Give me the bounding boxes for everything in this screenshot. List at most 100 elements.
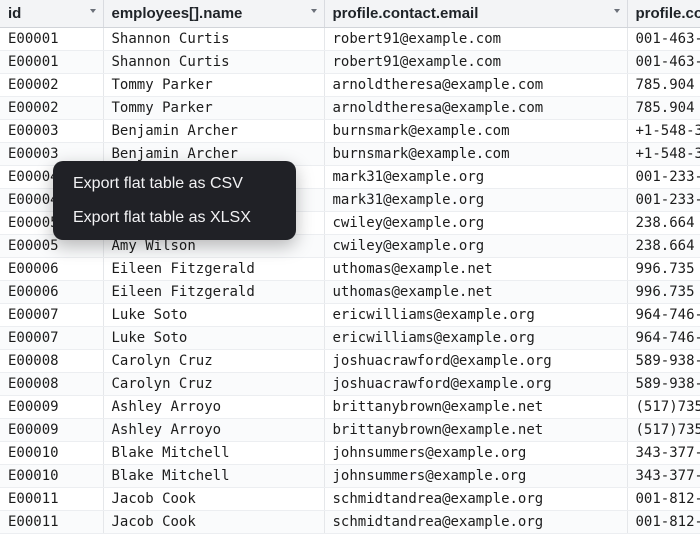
cell-id[interactable]: E00006 bbox=[0, 257, 104, 281]
cell-phone[interactable]: (517)735 bbox=[627, 418, 700, 442]
cell-name[interactable]: Luke Soto bbox=[103, 326, 325, 350]
cell-id[interactable]: E00011 bbox=[0, 510, 104, 534]
cell-name[interactable]: Blake Mitchell bbox=[103, 441, 325, 465]
cell-email[interactable]: robert91@example.com bbox=[324, 50, 628, 74]
cell-phone[interactable]: 996.735 bbox=[627, 257, 700, 281]
cell-email[interactable]: burnsmark@example.com bbox=[324, 142, 628, 166]
cell-id[interactable]: E00008 bbox=[0, 349, 104, 373]
sort-caret-icon[interactable] bbox=[89, 9, 96, 13]
cell-id[interactable]: E00007 bbox=[0, 303, 104, 327]
export-csv-menu-item[interactable]: Export flat table as CSV bbox=[53, 169, 296, 203]
sort-caret-icon[interactable] bbox=[613, 9, 620, 13]
table-row[interactable]: E00011 Jacob Cook schmidtandrea@example.or… bbox=[0, 510, 700, 534]
table-row[interactable]: E00009 Ashley Arroyo brittanybrown@example… bbox=[0, 395, 700, 419]
cell-email[interactable]: joshuacrawford@example.org bbox=[324, 372, 628, 396]
table-row[interactable]: E00002 Tommy Parker arnoldtheresa@example.… bbox=[0, 96, 700, 120]
table-row[interactable]: E00007 Luke Soto ericwilliams@example.org 9… bbox=[0, 303, 700, 327]
cell-phone[interactable]: 589-938- bbox=[627, 372, 700, 396]
cell-phone[interactable]: +1-548-3 bbox=[627, 142, 700, 166]
cell-phone[interactable]: 343-377- bbox=[627, 441, 700, 465]
table-row[interactable]: E00008 Carolyn Cruz joshuacrawford@example… bbox=[0, 349, 700, 373]
cell-id[interactable]: E00009 bbox=[0, 418, 104, 442]
cell-name[interactable]: Benjamin Archer bbox=[103, 119, 325, 143]
table-row[interactable]: E00001 Shannon Curtis robert91@example.com… bbox=[0, 27, 700, 51]
cell-email[interactable]: johnsummers@example.org bbox=[324, 464, 628, 488]
cell-phone[interactable]: 001-233- bbox=[627, 165, 700, 189]
export-xlsx-menu-item[interactable]: Export flat table as XLSX bbox=[53, 203, 296, 237]
table-row[interactable]: E00006 Eileen Fitzgerald uthomas@example.n… bbox=[0, 257, 700, 281]
cell-phone[interactable]: 589-938- bbox=[627, 349, 700, 373]
cell-phone[interactable]: (517)735 bbox=[627, 395, 700, 419]
cell-id[interactable]: E00002 bbox=[0, 73, 104, 97]
cell-phone[interactable]: 996.735 bbox=[627, 280, 700, 304]
cell-id[interactable]: E00010 bbox=[0, 464, 104, 488]
cell-phone[interactable]: 964-746- bbox=[627, 303, 700, 327]
cell-phone[interactable]: 001-812- bbox=[627, 510, 700, 534]
cell-phone[interactable]: 238.664 bbox=[627, 234, 700, 258]
cell-email[interactable]: schmidtandrea@example.org bbox=[324, 487, 628, 511]
sort-caret-icon[interactable] bbox=[310, 9, 317, 13]
cell-name[interactable]: Eileen Fitzgerald bbox=[103, 280, 325, 304]
cell-name[interactable]: Tommy Parker bbox=[103, 96, 325, 120]
cell-name[interactable]: Carolyn Cruz bbox=[103, 372, 325, 396]
cell-id[interactable]: E00002 bbox=[0, 96, 104, 120]
cell-email[interactable]: robert91@example.com bbox=[324, 27, 628, 51]
cell-name[interactable]: Ashley Arroyo bbox=[103, 395, 325, 419]
column-header-phone[interactable]: profile.co bbox=[627, 0, 700, 28]
table-row[interactable]: E00001 Shannon Curtis robert91@example.com… bbox=[0, 50, 700, 74]
cell-email[interactable]: arnoldtheresa@example.com bbox=[324, 96, 628, 120]
cell-email[interactable]: arnoldtheresa@example.com bbox=[324, 73, 628, 97]
cell-id[interactable]: E00008 bbox=[0, 372, 104, 396]
cell-id[interactable]: E00011 bbox=[0, 487, 104, 511]
column-header-id[interactable]: id bbox=[0, 0, 104, 28]
cell-name[interactable]: Jacob Cook bbox=[103, 510, 325, 534]
cell-id[interactable]: E00009 bbox=[0, 395, 104, 419]
cell-phone[interactable]: 343-377- bbox=[627, 464, 700, 488]
cell-email[interactable]: brittanybrown@example.net bbox=[324, 395, 628, 419]
table-row[interactable]: E00011 Jacob Cook schmidtandrea@example.or… bbox=[0, 487, 700, 511]
cell-email[interactable]: burnsmark@example.com bbox=[324, 119, 628, 143]
cell-phone[interactable]: 001-463- bbox=[627, 50, 700, 74]
cell-phone[interactable]: 964-746- bbox=[627, 326, 700, 350]
cell-email[interactable]: cwiley@example.org bbox=[324, 211, 628, 235]
cell-name[interactable]: Jacob Cook bbox=[103, 487, 325, 511]
table-row[interactable]: E00008 Carolyn Cruz joshuacrawford@example… bbox=[0, 372, 700, 396]
column-header-email[interactable]: profile.contact.email bbox=[324, 0, 628, 28]
cell-phone[interactable]: 001-233- bbox=[627, 188, 700, 212]
cell-name[interactable]: Shannon Curtis bbox=[103, 50, 325, 74]
table-row[interactable]: E00003 Benjamin Archer burnsmark@example.c… bbox=[0, 119, 700, 143]
cell-email[interactable]: ericwilliams@example.org bbox=[324, 303, 628, 327]
table-row[interactable]: E00006 Eileen Fitzgerald uthomas@example.n… bbox=[0, 280, 700, 304]
cell-phone[interactable]: 001-812- bbox=[627, 487, 700, 511]
table-row[interactable]: E00009 Ashley Arroyo brittanybrown@example… bbox=[0, 418, 700, 442]
cell-id[interactable]: E00006 bbox=[0, 280, 104, 304]
cell-name[interactable]: Blake Mitchell bbox=[103, 464, 325, 488]
cell-name[interactable]: Carolyn Cruz bbox=[103, 349, 325, 373]
cell-email[interactable]: uthomas@example.net bbox=[324, 280, 628, 304]
table-row[interactable]: E00002 Tommy Parker arnoldtheresa@example.… bbox=[0, 73, 700, 97]
table-row[interactable]: E00010 Blake Mitchell johnsummers@example.… bbox=[0, 464, 700, 488]
cell-email[interactable]: cwiley@example.org bbox=[324, 234, 628, 258]
column-header-name[interactable]: employees[].name bbox=[103, 0, 325, 28]
cell-phone[interactable]: 785.904 bbox=[627, 96, 700, 120]
cell-email[interactable]: mark31@example.org bbox=[324, 188, 628, 212]
table-row[interactable]: E00010 Blake Mitchell johnsummers@example.… bbox=[0, 441, 700, 465]
cell-id[interactable]: E00003 bbox=[0, 119, 104, 143]
cell-email[interactable]: joshuacrawford@example.org bbox=[324, 349, 628, 373]
cell-name[interactable]: Shannon Curtis bbox=[103, 27, 325, 51]
cell-email[interactable]: ericwilliams@example.org bbox=[324, 326, 628, 350]
cell-phone[interactable]: 785.904 bbox=[627, 73, 700, 97]
cell-phone[interactable]: 001-463- bbox=[627, 27, 700, 51]
cell-name[interactable]: Tommy Parker bbox=[103, 73, 325, 97]
cell-email[interactable]: mark31@example.org bbox=[324, 165, 628, 189]
cell-email[interactable]: schmidtandrea@example.org bbox=[324, 510, 628, 534]
cell-email[interactable]: brittanybrown@example.net bbox=[324, 418, 628, 442]
cell-id[interactable]: E00001 bbox=[0, 50, 104, 74]
cell-id[interactable]: E00010 bbox=[0, 441, 104, 465]
cell-name[interactable]: Eileen Fitzgerald bbox=[103, 257, 325, 281]
cell-id[interactable]: E00007 bbox=[0, 326, 104, 350]
table-row[interactable]: E00007 Luke Soto ericwilliams@example.org 9… bbox=[0, 326, 700, 350]
cell-name[interactable]: Ashley Arroyo bbox=[103, 418, 325, 442]
cell-id[interactable]: E00001 bbox=[0, 27, 104, 51]
cell-phone[interactable]: 238.664 bbox=[627, 211, 700, 235]
